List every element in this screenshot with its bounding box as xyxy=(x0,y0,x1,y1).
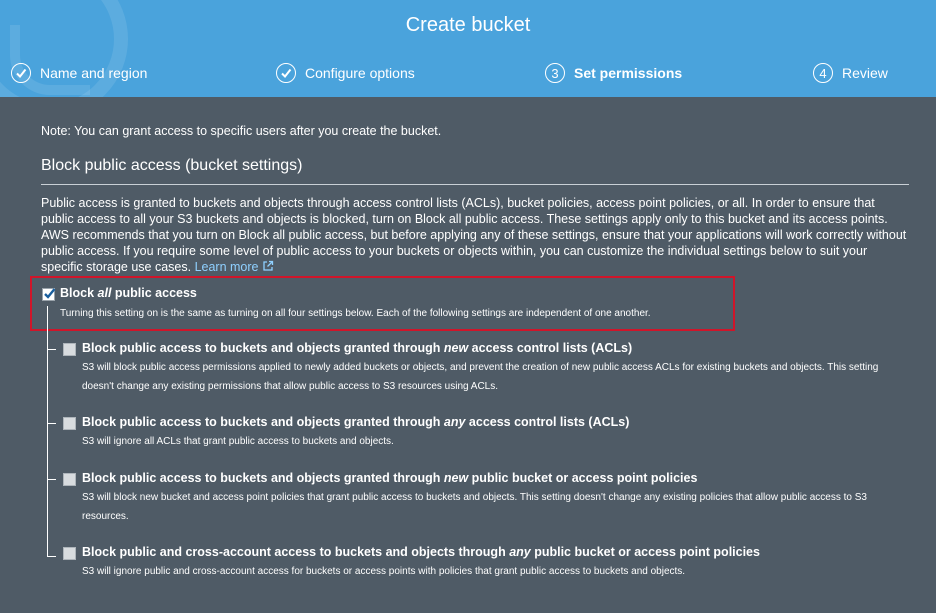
step-label: Review xyxy=(842,65,888,81)
tree-branch xyxy=(47,479,56,480)
block-all-description: Turning this setting on is the same as t… xyxy=(60,308,651,319)
tree-line xyxy=(47,306,48,557)
step-configure-options[interactable]: Configure options xyxy=(276,61,415,85)
block-all-highlight xyxy=(30,276,735,331)
block-any-acls-description: S3 will ignore all ACLs that grant publi… xyxy=(82,436,394,447)
label-part: public bucket or access point policies xyxy=(468,471,698,485)
wizard-header: Create bucket Name and region Configure … xyxy=(0,0,936,97)
block-cross-account-checkbox[interactable] xyxy=(63,547,76,560)
block-any-acls-checkbox[interactable] xyxy=(63,417,76,430)
step-label: Name and region xyxy=(40,65,148,81)
checkmark-icon xyxy=(276,63,296,83)
section-title: Block public access (bucket settings) xyxy=(41,157,303,174)
block-new-policies-checkbox[interactable] xyxy=(63,473,76,486)
label-emphasis: new xyxy=(443,341,469,355)
block-cross-account-description: S3 will ignore public and cross-account … xyxy=(82,566,686,577)
label-part: public access xyxy=(111,286,197,300)
label-emphasis: new xyxy=(443,471,469,485)
block-all-label[interactable]: Block all public access xyxy=(60,286,197,300)
step-name-and-region[interactable]: Name and region xyxy=(11,61,147,85)
block-all-checkbox[interactable] xyxy=(42,288,56,301)
divider xyxy=(41,184,909,185)
label-part: access control lists (ACLs) xyxy=(468,341,633,355)
step-number-3: 3 xyxy=(545,63,565,83)
block-new-acls-label[interactable]: Block public access to buckets and objec… xyxy=(82,341,632,355)
external-link-icon xyxy=(262,260,273,271)
block-any-acls-label[interactable]: Block public access to buckets and objec… xyxy=(82,415,629,429)
tree-branch xyxy=(47,349,56,350)
label-part: Block public access to buckets and objec… xyxy=(82,471,444,485)
tree-branch xyxy=(47,423,56,424)
section-description: Public access is granted to buckets and … xyxy=(41,195,909,275)
label-part: Block public access to buckets and objec… xyxy=(82,341,444,355)
access-note: Note: You can grant access to specific u… xyxy=(41,124,442,138)
checkmark-icon xyxy=(11,63,31,83)
label-part: Block public and cross-account access to… xyxy=(82,545,510,559)
step-set-permissions[interactable]: 3 Set permissions xyxy=(545,61,682,85)
step-label: Set permissions xyxy=(574,65,683,81)
step-review[interactable]: 4 Review xyxy=(813,61,888,85)
block-new-acls-description: S3 will block public access permissions … xyxy=(82,362,879,392)
learn-more-link[interactable]: Learn more xyxy=(195,260,274,274)
label-part: access control lists (ACLs) xyxy=(465,415,630,429)
step-number-4: 4 xyxy=(813,63,833,83)
checkmark-icon xyxy=(44,288,56,299)
block-new-policies-label[interactable]: Block public access to buckets and objec… xyxy=(82,471,697,485)
block-cross-account-label[interactable]: Block public and cross-account access to… xyxy=(82,545,760,559)
label-emphasis: any xyxy=(443,415,466,429)
label-part: public bucket or access point policies xyxy=(530,545,760,559)
block-new-policies-description: S3 will block new bucket and access poin… xyxy=(82,492,867,522)
learn-more-label: Learn more xyxy=(194,260,259,274)
description-text: Public access is granted to buckets and … xyxy=(41,196,907,274)
step-label: Configure options xyxy=(305,65,415,81)
tree-branch xyxy=(47,556,56,557)
label-emphasis: any xyxy=(509,545,531,559)
page-title: Create bucket xyxy=(405,14,531,36)
label-part: Block xyxy=(60,286,98,300)
label-part: Block public access to buckets and objec… xyxy=(82,415,444,429)
label-emphasis: all xyxy=(97,286,112,300)
block-new-acls-checkbox[interactable] xyxy=(63,343,76,356)
